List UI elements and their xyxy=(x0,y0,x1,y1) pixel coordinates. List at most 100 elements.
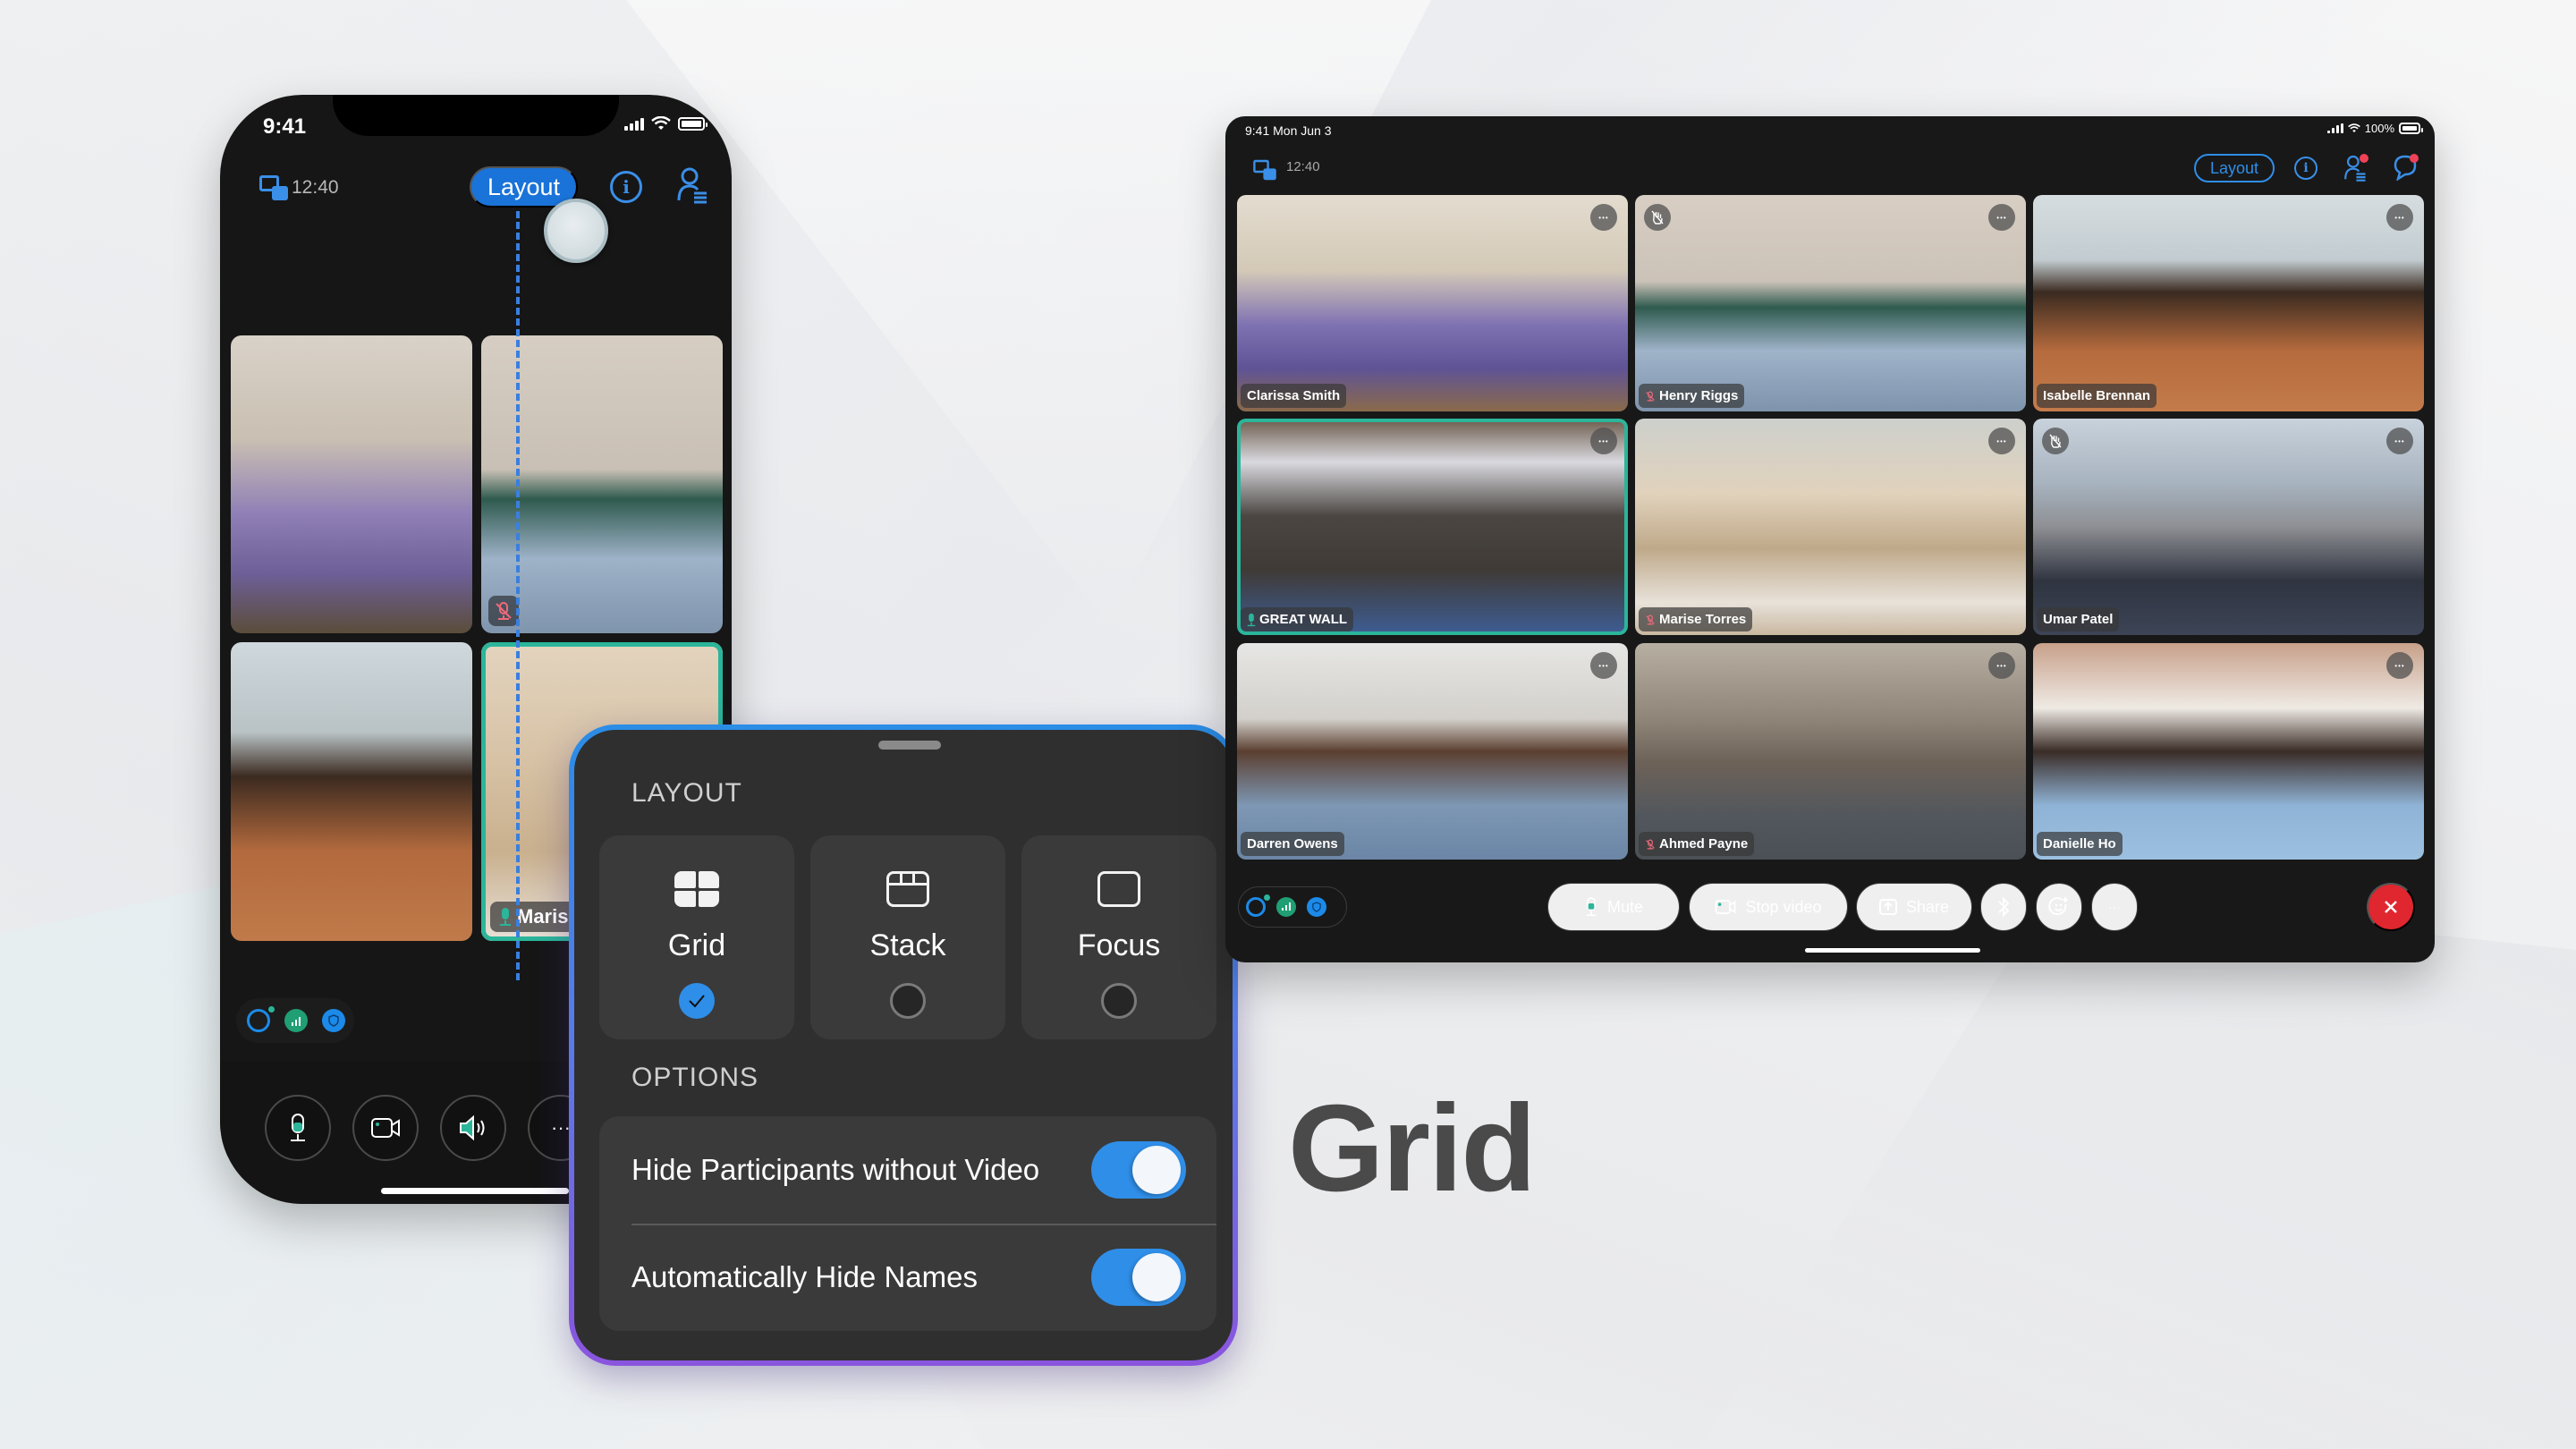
chat-button[interactable] xyxy=(2394,154,2419,185)
hide-names-toggle[interactable] xyxy=(1091,1249,1186,1306)
background-facet xyxy=(1699,894,2576,1449)
tile-more-options-button[interactable]: ••• xyxy=(1590,428,1617,454)
tile-more-options-button[interactable]: ••• xyxy=(2386,428,2413,454)
participant-name-label: Isabelle Brennan xyxy=(2037,384,2157,408)
radio-unselected[interactable] xyxy=(890,983,926,1019)
shield-icon xyxy=(322,1009,345,1032)
video-button[interactable] xyxy=(352,1095,419,1161)
tile-more-options-button[interactable]: ••• xyxy=(1590,652,1617,679)
webex-ring-icon xyxy=(1246,894,1270,917)
participant-name-label: Clarissa Smith xyxy=(1241,384,1347,408)
stack-layout-icon xyxy=(886,871,929,907)
tile-more-options-button[interactable]: ••• xyxy=(1988,204,2015,231)
layout-button[interactable]: Layout xyxy=(2194,154,2275,182)
participant-tile[interactable]: ••• Danielle Ho xyxy=(2033,643,2424,860)
more-icon: ··· xyxy=(551,1116,571,1139)
participant-video xyxy=(231,335,472,633)
camera-icon xyxy=(1715,900,1736,914)
picture-in-picture-icon[interactable] xyxy=(1253,159,1276,181)
cellular-signal-icon xyxy=(624,116,644,131)
audio-button[interactable] xyxy=(440,1095,506,1161)
home-indicator xyxy=(381,1188,569,1194)
phone-notch xyxy=(333,95,619,136)
participant-video xyxy=(1635,419,2026,635)
participant-video xyxy=(231,642,472,941)
more-options-button[interactable]: ··· xyxy=(2091,883,2138,931)
muted-mic-icon xyxy=(1646,390,1655,402)
mute-button[interactable]: Mute xyxy=(1547,883,1680,931)
tile-more-options-button[interactable]: ••• xyxy=(2386,652,2413,679)
call-duration: 12:40 xyxy=(292,177,339,198)
participant-name-label: Darren Owens xyxy=(1241,832,1344,856)
participant-tile[interactable]: ••• Darren Owens xyxy=(1237,643,1628,860)
radio-unselected[interactable] xyxy=(1101,983,1137,1019)
layout-option-label: Focus xyxy=(1077,928,1161,962)
reactions-button[interactable] xyxy=(2036,883,2082,931)
participant-tile-active-speaker[interactable]: ••• GREAT WALL xyxy=(1237,419,1628,635)
home-indicator xyxy=(1805,948,1980,953)
close-icon xyxy=(2385,901,2397,913)
grid-layout-icon xyxy=(674,871,719,907)
microphone-icon xyxy=(291,1114,305,1141)
reactions-icon xyxy=(2048,897,2068,916)
speaker-icon xyxy=(460,1114,485,1141)
participant-video xyxy=(1237,643,1628,860)
tile-more-options-button[interactable]: ••• xyxy=(1988,428,2015,454)
tile-more-options-button[interactable]: ••• xyxy=(1590,204,1617,231)
participant-tile[interactable] xyxy=(231,642,472,941)
layout-option-grid[interactable]: Grid xyxy=(599,835,794,1039)
shield-icon xyxy=(1307,897,1326,917)
participant-tile[interactable]: ••• Marise Torres xyxy=(1635,419,2026,635)
participant-tile[interactable]: ••• Isabelle Brennan xyxy=(2033,195,2424,411)
layout-sheet: LAYOUT Grid Stack Focus OPTIONS Hide Par… xyxy=(569,724,1238,1366)
sheet-drag-handle[interactable] xyxy=(878,741,941,750)
layout-option-stack[interactable]: Stack xyxy=(810,835,1005,1039)
info-icon[interactable]: i xyxy=(610,171,642,203)
end-call-button[interactable] xyxy=(2367,883,2415,931)
hide-participants-toggle[interactable] xyxy=(1091,1141,1186,1199)
info-icon[interactable]: i xyxy=(2294,157,2318,180)
microphone-icon xyxy=(1586,897,1597,917)
tile-more-options-button[interactable]: ••• xyxy=(2386,204,2413,231)
raised-hand-icon xyxy=(1644,204,1671,231)
layout-section-heading: LAYOUT xyxy=(631,778,742,808)
option-label: Hide Participants without Video xyxy=(631,1153,1040,1186)
bluetooth-button[interactable] xyxy=(1980,883,2027,931)
call-status-indicators[interactable] xyxy=(236,998,354,1043)
participants-icon[interactable] xyxy=(676,166,708,204)
radio-selected[interactable] xyxy=(679,983,715,1019)
participant-tile[interactable]: ••• Ahmed Payne xyxy=(1635,643,2026,860)
layout-option-label: Grid xyxy=(667,928,726,962)
muted-mic-icon xyxy=(1646,614,1655,625)
system-status-icons: 100% xyxy=(2326,122,2423,135)
participant-video xyxy=(1237,419,1628,635)
battery-icon xyxy=(2399,123,2423,134)
participant-tile[interactable]: ••• Henry Riggs xyxy=(1635,195,2026,411)
participant-video xyxy=(2033,643,2424,860)
status-time: 9:41 xyxy=(263,114,307,139)
participant-tile[interactable]: ••• Clarissa Smith xyxy=(1237,195,1628,411)
participant-tile[interactable] xyxy=(231,335,472,633)
layout-option-focus[interactable]: Focus xyxy=(1021,835,1216,1039)
webex-ring-icon xyxy=(247,1006,275,1032)
options-section-heading: OPTIONS xyxy=(631,1063,759,1092)
call-status-indicators[interactable] xyxy=(1238,886,1347,928)
share-button[interactable]: Share xyxy=(1856,883,1972,931)
call-header: 12:40 Layout i xyxy=(1225,150,2435,186)
stop-video-button[interactable]: Stop video xyxy=(1689,883,1848,931)
raised-hand-icon xyxy=(2042,428,2069,454)
speaking-mic-icon xyxy=(1247,613,1256,626)
participant-video xyxy=(1635,643,2026,860)
option-row-hide-participants: Hide Participants without Video xyxy=(599,1116,1216,1224)
participant-name-label: Maris xyxy=(490,902,578,932)
participants-button[interactable] xyxy=(2343,154,2368,187)
picture-in-picture-icon[interactable] xyxy=(259,175,288,200)
feature-headline: Grid xyxy=(1288,1080,1537,1217)
mute-button[interactable] xyxy=(265,1095,331,1161)
layout-option-label: Stack xyxy=(869,928,946,962)
signal-quality-icon xyxy=(284,1009,308,1032)
battery-percent: 100% xyxy=(2364,122,2394,135)
notification-dot xyxy=(2410,154,2419,163)
tile-more-options-button[interactable]: ••• xyxy=(1988,652,2015,679)
participant-tile[interactable]: ••• Umar Patel xyxy=(2033,419,2424,635)
